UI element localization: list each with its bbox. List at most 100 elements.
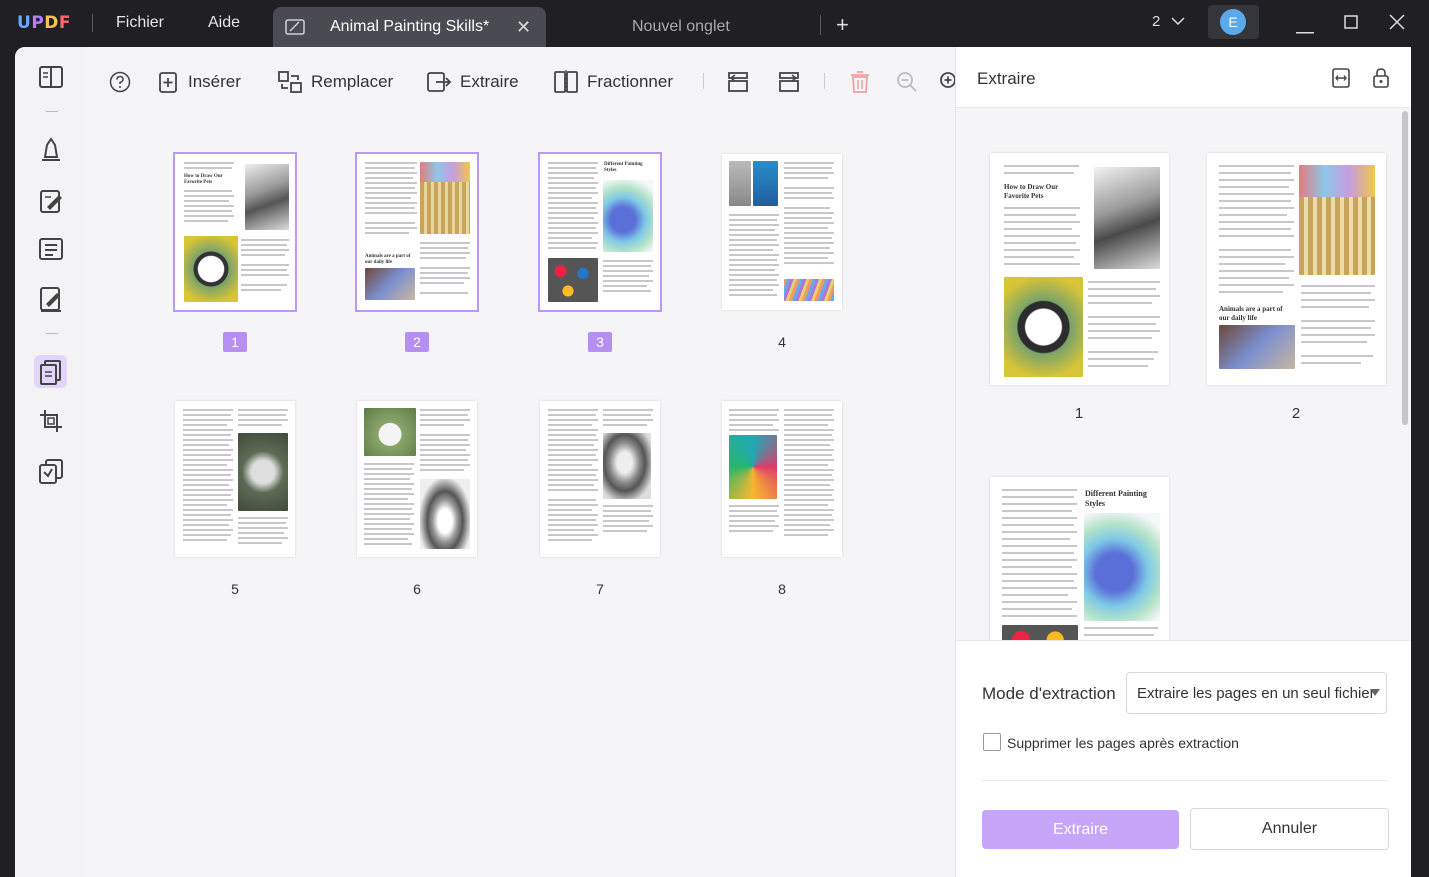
page-heading: How to Draw Our Favorite Pets: [184, 174, 223, 185]
divider: [46, 111, 58, 112]
extraction-mode-select[interactable]: Extraire les pages en un seul fichier: [1126, 672, 1387, 714]
preview-page-number: 2: [1291, 405, 1301, 422]
menu-file[interactable]: Fichier: [116, 14, 164, 32]
user-account[interactable]: E: [1208, 5, 1259, 39]
replace-label: Remplacer: [311, 72, 394, 91]
page-number: 1: [223, 332, 247, 352]
close-tab-icon[interactable]: ✕: [516, 17, 531, 38]
delete-after-extract-checkbox[interactable]: [983, 733, 1001, 751]
rotate-right-icon: [779, 72, 799, 92]
window-count[interactable]: 2: [1152, 13, 1185, 30]
help-button[interactable]: [109, 67, 131, 97]
rotate-right-button[interactable]: [777, 67, 801, 97]
split-icon: [554, 70, 578, 94]
document-edit-icon: [285, 18, 305, 41]
avatar: E: [1220, 9, 1246, 35]
replace-icon: [278, 71, 302, 93]
divider: [92, 14, 93, 32]
preview-page[interactable]: Animals are a part of our daily life: [1207, 153, 1386, 385]
extract-preview-list[interactable]: How to Draw Our Favorite Pets 1 Animals …: [956, 108, 1411, 640]
question-icon: [109, 71, 131, 93]
page-thumbnail[interactable]: [722, 401, 842, 557]
page-thumbnail[interactable]: How to Draw Our Favorite Pets: [173, 152, 297, 312]
chevron-down-icon: [1170, 17, 1185, 26]
preview-scrollbar[interactable]: [1402, 111, 1408, 425]
organize-toolbar: Insérer Remplacer Extraire Fractionner: [86, 47, 955, 115]
tab-new[interactable]: Nouvel onglet: [632, 18, 730, 36]
insert-label: Insérer: [188, 72, 241, 91]
split-label: Fractionner: [587, 72, 673, 91]
tab-title: Animal Painting Skills*: [330, 18, 490, 35]
preview-heading: Animals are a part of our daily life: [1219, 305, 1283, 322]
left-tool-rail: [15, 47, 86, 877]
organize-main: Insérer Remplacer Extraire Fractionner H…: [86, 47, 955, 877]
sign-icon[interactable]: [37, 285, 65, 313]
extraction-mode-value: Extraire les pages en un seul fichier: [1137, 685, 1375, 702]
preview-page[interactable]: Different Painting Styles: [990, 477, 1169, 640]
insert-page-icon: [159, 72, 177, 93]
page-number: 4: [778, 334, 786, 350]
zoom-out-icon: [897, 72, 917, 92]
divider: [703, 73, 704, 89]
organize-pages-icon[interactable]: [37, 358, 65, 386]
extract-panel: Extraire How to Draw Our Favorite Pets 1…: [955, 47, 1411, 877]
title-bar: UPDF Fichier Aide Animal Painting Skills…: [0, 0, 1429, 47]
delete-after-extract-label: Supprimer les pages après extraction: [1007, 735, 1239, 751]
extract-icon: [427, 72, 452, 92]
page-thumbnail[interactable]: [175, 401, 295, 557]
page-thumbnail[interactable]: [722, 154, 842, 310]
maximize-icon[interactable]: [1344, 15, 1358, 34]
close-window-icon[interactable]: [1389, 14, 1405, 35]
ocr-icon[interactable]: [37, 457, 65, 485]
page-thumbnail[interactable]: Animals are a part of our daily life: [355, 152, 479, 312]
divider: [956, 640, 1411, 641]
delete-page-button[interactable]: [849, 67, 871, 97]
page-thumbnail[interactable]: [357, 401, 477, 557]
page-number: 8: [778, 581, 786, 597]
page-heading: Different Painting Styles: [604, 162, 643, 173]
dropdown-arrow-icon: [1370, 689, 1380, 696]
menu-help[interactable]: Aide: [208, 14, 240, 32]
extraction-mode-label: Mode d'extraction: [982, 684, 1116, 703]
rotate-left-button[interactable]: [726, 67, 750, 97]
page-number: 3: [588, 332, 612, 352]
extract-confirm-button[interactable]: Extraire: [982, 810, 1179, 849]
insert-button[interactable]: Insérer: [158, 67, 241, 97]
page-thumbnail[interactable]: [540, 401, 660, 557]
cancel-button[interactable]: Annuler: [1190, 808, 1389, 850]
app-logo: UPDF: [17, 13, 72, 33]
page-number: 6: [413, 581, 421, 597]
tab-document[interactable]: Animal Painting Skills* ✕: [273, 7, 546, 47]
preview-page[interactable]: How to Draw Our Favorite Pets: [990, 153, 1169, 385]
add-tab-icon[interactable]: +: [836, 12, 849, 38]
divider: [820, 15, 821, 35]
minimize-icon[interactable]: [1296, 21, 1314, 39]
app-area: Insérer Remplacer Extraire Fractionner H…: [15, 47, 1411, 877]
crop-icon[interactable]: [37, 407, 65, 435]
fit-width-icon[interactable]: [1331, 67, 1351, 94]
edit-pdf-icon[interactable]: [37, 187, 65, 215]
split-button[interactable]: Fractionner: [553, 67, 673, 97]
page-number: 2: [405, 332, 429, 352]
extract-label: Extraire: [460, 72, 519, 91]
divider: [982, 780, 1387, 781]
replace-button[interactable]: Remplacer: [277, 67, 393, 97]
page-thumbnail[interactable]: Different Painting Styles: [538, 152, 662, 312]
page-number: 7: [596, 581, 604, 597]
preview-heading: How to Draw Our Favorite Pets: [1004, 183, 1059, 200]
preview-page-number: 1: [1074, 405, 1084, 422]
form-icon[interactable]: [37, 235, 65, 263]
panel-title: Extraire: [977, 69, 1036, 88]
divider: [824, 73, 825, 89]
zoom-in-button[interactable]: [939, 67, 955, 97]
preview-heading: Different Painting Styles: [1085, 489, 1147, 508]
window-count-value: 2: [1152, 13, 1161, 30]
page-heading: Animals are a part of our daily life: [365, 254, 411, 265]
lock-icon[interactable]: [1372, 67, 1390, 94]
highlighter-icon[interactable]: [37, 135, 65, 163]
extract-button[interactable]: Extraire: [426, 67, 519, 97]
zoom-out-button[interactable]: [896, 67, 918, 97]
divider: [46, 333, 58, 334]
page-number: 5: [231, 581, 239, 597]
reader-icon[interactable]: [37, 63, 65, 91]
